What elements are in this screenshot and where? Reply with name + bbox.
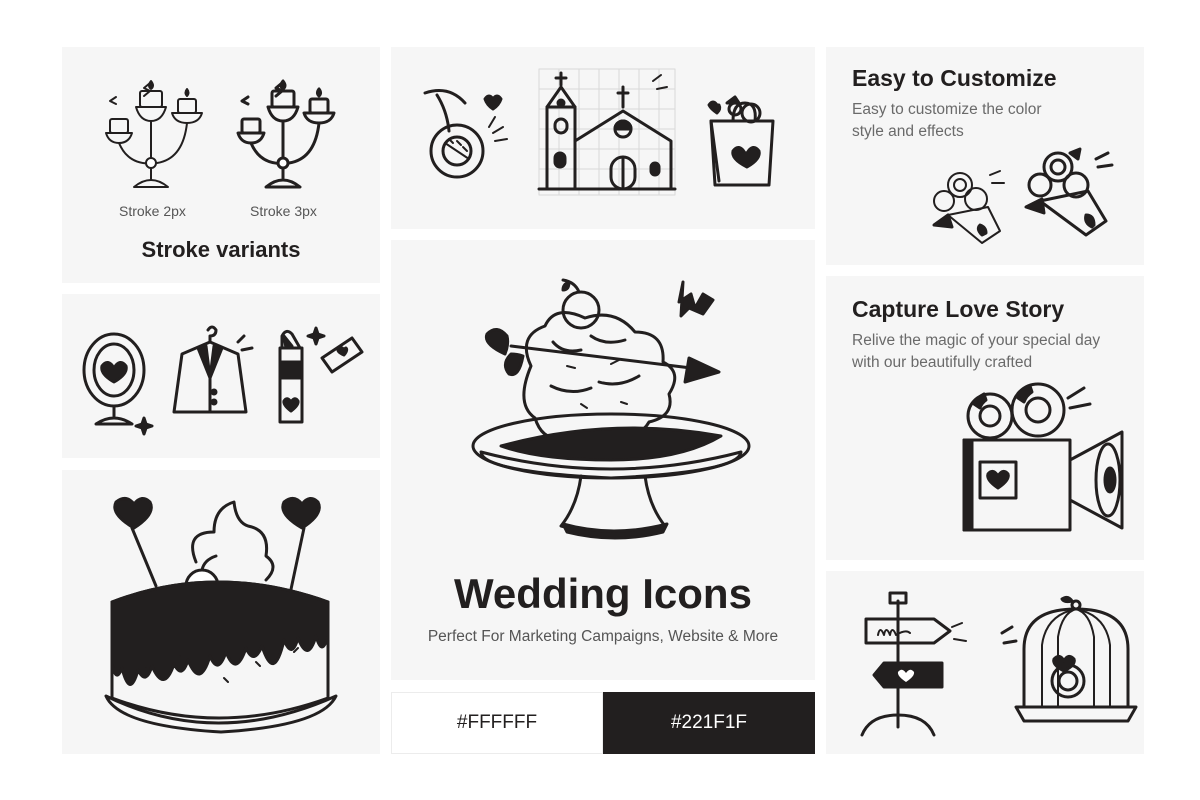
candelabra-icon (236, 79, 336, 189)
swatch-dark-label: #221F1F (670, 712, 748, 733)
wedding-cake-icon (104, 497, 338, 734)
candelabra-icon (105, 80, 203, 188)
love-story-description: Relive the magic of your special day wit… (852, 332, 1101, 371)
signpost-icon (860, 591, 967, 737)
swatch-white: #FFFFFF (391, 692, 603, 754)
church-icon (537, 68, 677, 196)
swatch-dark: #221F1F (603, 692, 815, 754)
caption-stroke-2px: Stroke 2px (119, 203, 186, 219)
hero-subtitle: Perfect For Marketing Campaigns, Website… (427, 628, 779, 645)
customize-description: Easy to customize the color style and ef… (852, 101, 1042, 140)
customize-card: Easy to Customize Easy to customize the … (826, 47, 1144, 265)
signpost-birdcage-card (826, 571, 1144, 754)
birdcage-ring-icon (1000, 595, 1138, 723)
movie-camera-icon (962, 382, 1124, 532)
stroke-variants-title: Stroke variants (141, 237, 301, 262)
cupid-cake-icon (471, 278, 751, 540)
hero-card: Wedding Icons Perfect For Marketing Camp… (391, 240, 815, 680)
hero-title: Wedding Icons (454, 570, 752, 617)
caption-stroke-3px: Stroke 3px (250, 203, 317, 219)
flower-bouquet-icon (1024, 147, 1114, 237)
love-story-title: Capture Love Story (852, 296, 1065, 322)
love-story-card: Capture Love Story Relive the magic of y… (826, 276, 1144, 560)
tuxedo-icon (172, 325, 254, 414)
french-horn-icon (423, 89, 508, 179)
stroke-variants-card: Stroke 2px Stroke 3px Stroke variants (62, 47, 380, 283)
flower-bouquet-icon (932, 170, 1005, 244)
wedding-cake-card (62, 470, 380, 754)
lipstick-icon (278, 326, 364, 424)
beauty-icons-card (62, 294, 380, 458)
swatch-white-label: #FFFFFF (456, 712, 538, 733)
mirror-icon (82, 332, 154, 436)
church-icons-card (391, 47, 815, 229)
gift-bag-icon (707, 95, 775, 187)
customize-title: Easy to Customize (852, 65, 1057, 91)
